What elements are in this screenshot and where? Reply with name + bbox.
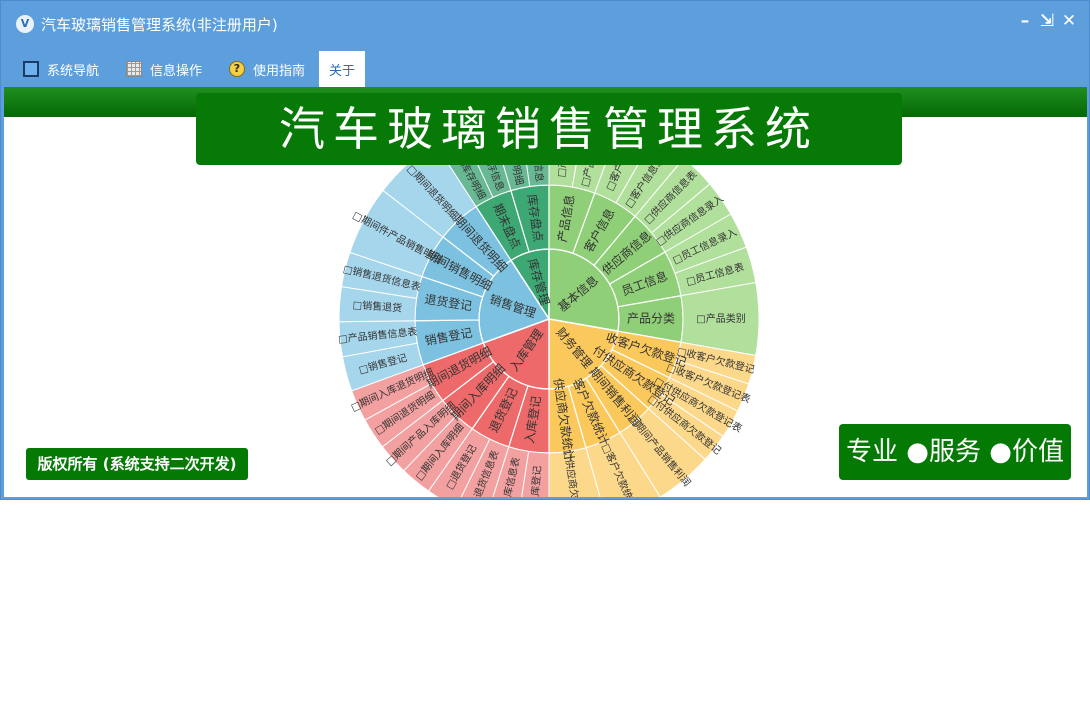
menu-bar: 系统导航 信息操作 ? 使用指南 关于 bbox=[1, 51, 1089, 87]
close-icon[interactable]: ✕ bbox=[1058, 11, 1080, 31]
grid-icon bbox=[126, 61, 142, 77]
restore-icon[interactable]: ⇲ bbox=[1036, 11, 1058, 31]
menu-label: 关于 bbox=[329, 63, 356, 79]
sunburst-group-label[interactable]: 产品分类 bbox=[627, 312, 675, 326]
sunburst-leaf-label[interactable]: □产品类别 bbox=[696, 312, 745, 325]
system-banner-title: 汽车玻璃销售管理系统 bbox=[196, 93, 902, 165]
main-content: 库存管理期末盘点□产品库存明细□产品库存信息库存盘点□期初库存明细□期初库存信息… bbox=[4, 87, 1087, 497]
window-title: 汽车玻璃销售管理系统(非注册用户) bbox=[41, 16, 278, 34]
menu-about[interactable]: 关于 bbox=[319, 51, 366, 87]
menu-label: 信息操作 bbox=[150, 63, 203, 79]
menu-label: 使用指南 bbox=[253, 63, 306, 79]
title-bar[interactable]: V 汽车玻璃销售管理系统(非注册用户) – ⇲ ✕ bbox=[1, 1, 1089, 47]
menu-user-guide[interactable]: ? 使用指南 bbox=[229, 51, 305, 87]
copyright-badge: 版权所有 (系统支持二次开发) bbox=[26, 448, 248, 480]
app-logo-icon: V bbox=[16, 15, 34, 33]
app-window: V 汽车玻璃销售管理系统(非注册用户) – ⇲ ✕ 系统导航 信息操作 ? 使用… bbox=[0, 0, 1090, 500]
navigation-icon bbox=[23, 61, 39, 77]
minimize-icon[interactable]: – bbox=[1014, 11, 1036, 31]
help-icon: ? bbox=[229, 61, 245, 77]
menu-info-operation[interactable]: 信息操作 bbox=[126, 51, 202, 87]
menu-system-navigation[interactable]: 系统导航 bbox=[23, 51, 99, 87]
menu-label: 系统导航 bbox=[47, 63, 100, 79]
slogan-badge: 专业 ●服务 ●价值 bbox=[839, 424, 1071, 480]
